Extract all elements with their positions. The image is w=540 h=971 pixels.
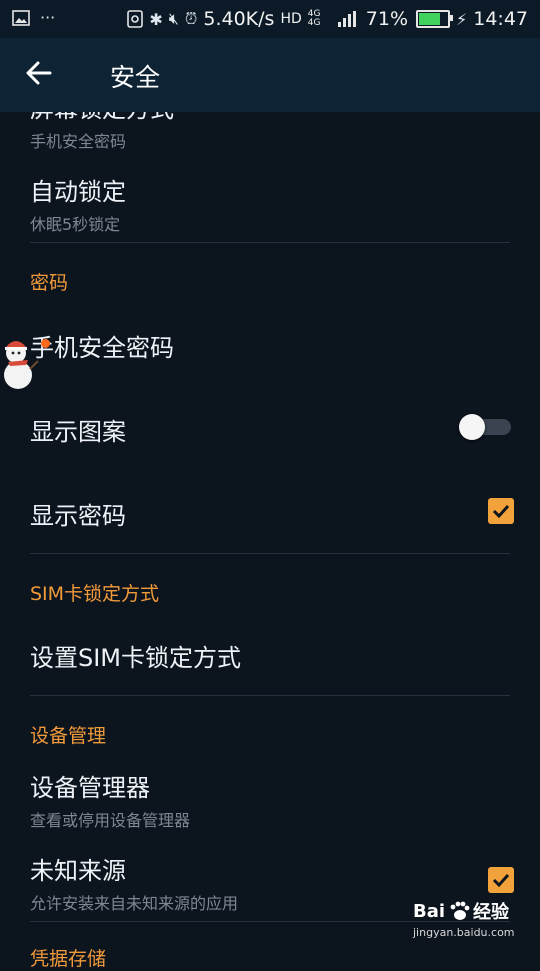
divider — [30, 242, 510, 243]
watermark-url: jingyan.baidu.com — [413, 926, 515, 939]
toggle-thumb — [459, 414, 485, 440]
image-icon — [12, 9, 30, 26]
unknown-sources-title: 未知来源 — [30, 857, 126, 885]
show-pattern-title: 显示图案 — [30, 418, 126, 446]
settings-list: 屏幕锁定方式 手机安全密码 自动锁定 休眠5秒锁定 密码 手机安全密码 显示图案… — [0, 0, 540, 970]
watermark-brand: Bai — [413, 900, 446, 922]
location-icon — [127, 10, 144, 28]
clock: 14:47 — [473, 8, 528, 30]
auto-lock-subtitle: 休眠5秒锁定 — [30, 215, 121, 234]
screen-lock-subtitle: 手机安全密码 — [30, 132, 127, 151]
page-title: 安全 — [110, 63, 161, 92]
network-type: 4G 4G — [307, 9, 321, 28]
section-header-device: 设备管理 — [30, 725, 107, 747]
check-icon — [492, 873, 510, 888]
more-notifications-icon: ··· — [40, 8, 56, 27]
sim-lock-setup-title: 设置SIM卡锁定方式 — [30, 644, 242, 672]
device-admin-subtitle: 查看或停用设备管理器 — [30, 811, 191, 830]
sim-lock-setup-item[interactable]: 设置SIM卡锁定方式 — [30, 638, 241, 673]
bluetooth-icon: ✱ — [149, 9, 163, 29]
network-speed: 5.40K/s — [203, 8, 275, 30]
paw-icon — [450, 901, 470, 920]
show-pattern-toggle[interactable] — [459, 414, 511, 440]
status-left: ··· — [12, 8, 55, 27]
show-password-title: 显示密码 — [30, 502, 126, 530]
divider — [30, 695, 510, 696]
hd-badge: HD — [280, 11, 302, 27]
snowman-float-icon[interactable] — [0, 337, 40, 391]
battery-percent: 71% — [365, 8, 408, 30]
watermark-brand-row: Bai 经验 — [413, 898, 535, 924]
mute-icon: 🔇︎ — [168, 9, 179, 28]
status-right: ✱ 🔇︎ ⏰︎ 5.40K/s HD 4G 4G 71% ⚡︎ 14:47 — [127, 0, 528, 38]
arrow-left-icon[interactable] — [22, 56, 56, 90]
device-admin-item[interactable]: 设备管理器 查看或停用设备管理器 — [30, 768, 190, 831]
show-password-checkbox[interactable] — [488, 498, 514, 524]
charging-icon: ⚡︎ — [456, 9, 468, 29]
battery-icon — [416, 10, 453, 28]
phone-password-item[interactable]: 手机安全密码 — [30, 328, 174, 363]
battery-fill — [419, 13, 440, 25]
show-password-item[interactable]: 显示密码 — [30, 496, 126, 531]
watermark-brand-2: 经验 — [473, 902, 510, 923]
auto-lock-item[interactable]: 自动锁定 休眠5秒锁定 — [30, 172, 126, 235]
unknown-sources-item[interactable]: 未知来源 允许安装来自未知来源的应用 — [30, 851, 238, 914]
unknown-sources-subtitle: 允许安装来自未知来源的应用 — [30, 894, 239, 913]
section-header-sim: SIM卡锁定方式 — [30, 583, 160, 605]
app-bar: 安全 — [0, 38, 540, 112]
check-icon — [492, 504, 510, 519]
section-header-credentials: 凭据存储 — [30, 948, 107, 970]
notification-dot — [41, 339, 50, 348]
baidu-watermark: Bai 经验 jingyan.baidu.com — [413, 898, 535, 948]
signal-icon — [337, 11, 356, 27]
show-pattern-item[interactable]: 显示图案 — [30, 412, 126, 447]
alarm-icon: ⏰︎ — [184, 9, 198, 28]
unknown-sources-checkbox[interactable] — [488, 867, 514, 893]
device-admin-title: 设备管理器 — [30, 774, 150, 802]
status-bar: ··· ✱ 🔇︎ ⏰︎ 5.40K/s HD 4G 4G 71% ⚡︎ 14:4… — [0, 0, 540, 38]
phone-password-title: 手机安全密码 — [30, 334, 174, 362]
auto-lock-title: 自动锁定 — [30, 178, 126, 206]
divider — [30, 553, 510, 554]
section-header-password: 密码 — [30, 272, 69, 294]
